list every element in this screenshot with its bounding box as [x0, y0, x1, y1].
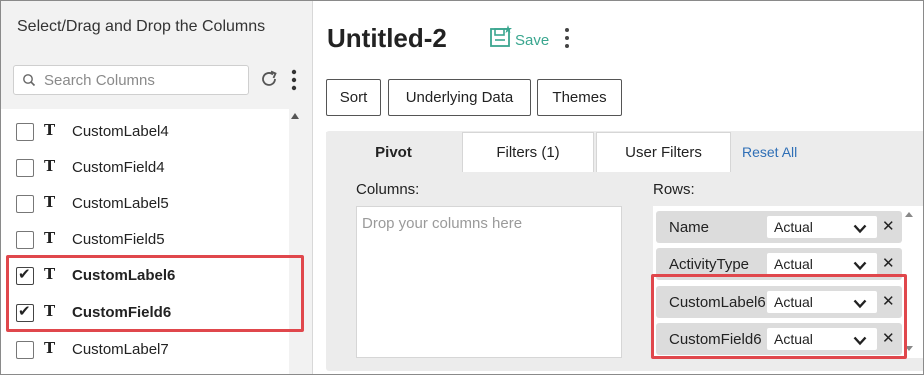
text-type-icon: T — [44, 229, 56, 247]
column-list: T CustomLabel4 T CustomField4 T CustomLa… — [1, 109, 289, 374]
checkbox[interactable] — [16, 159, 34, 177]
text-type-icon: T — [44, 339, 56, 357]
column-label: CustomField5 — [72, 231, 165, 248]
columns-dropzone-placeholder: Drop your columns here — [362, 215, 523, 232]
column-label: CustomField4 — [72, 159, 165, 176]
text-type-icon: T — [44, 193, 56, 211]
list-item[interactable]: T CustomLabel5 — [1, 184, 289, 220]
list-item[interactable]: T CustomLabel4 — [1, 112, 289, 148]
list-item[interactable]: T CustomField5 — [1, 220, 289, 256]
selected-columns-highlight — [6, 255, 304, 332]
tab-pivot[interactable]: Pivot — [326, 132, 461, 172]
refresh-icon[interactable] — [258, 68, 280, 95]
list-item[interactable]: T CustomField4 — [1, 148, 289, 184]
report-menu-icon[interactable] — [563, 27, 571, 54]
aggregation-value: Actual — [774, 256, 813, 272]
app-window: Select/Drag and Drop the Columns Search … — [0, 0, 924, 375]
selected-rows-highlight — [651, 274, 907, 359]
column-label: CustomLabel5 — [72, 195, 169, 212]
tab-user-filters[interactable]: User Filters — [596, 132, 731, 172]
row-field-pill[interactable]: Name Actual ✕ — [656, 211, 902, 243]
column-label: CustomLabel7 — [72, 341, 169, 358]
checkbox[interactable] — [16, 341, 34, 359]
remove-icon[interactable]: ✕ — [882, 217, 895, 235]
themes-button[interactable]: Themes — [537, 79, 622, 116]
columns-label: Columns: — [356, 181, 420, 198]
column-label: CustomLabel4 — [72, 123, 169, 140]
text-type-icon: T — [44, 121, 56, 139]
search-placeholder: Search Columns — [44, 72, 155, 89]
search-input[interactable]: Search Columns — [13, 65, 249, 95]
rows-label: Rows: — [653, 181, 695, 198]
chevron-down-icon — [853, 221, 867, 239]
columns-dropzone[interactable]: Drop your columns here — [356, 206, 622, 358]
checkbox[interactable] — [16, 195, 34, 213]
columns-panel-header: Select/Drag and Drop the Columns — [17, 18, 266, 35]
aggregation-value: Actual — [774, 219, 813, 235]
scroll-up-icon[interactable] — [905, 212, 913, 217]
underlying-data-button[interactable]: Underlying Data — [388, 79, 531, 116]
tab-filters[interactable]: Filters (1) — [462, 132, 594, 172]
save-label: Save — [515, 32, 550, 49]
reset-all-link[interactable]: Reset All — [742, 144, 797, 160]
text-type-icon: T — [44, 157, 56, 175]
remove-icon[interactable]: ✕ — [882, 254, 895, 272]
list-item[interactable]: T CustomLabel7 — [1, 330, 289, 366]
search-row: Search Columns — [13, 65, 309, 97]
report-title[interactable]: Untitled-2 — [327, 23, 447, 54]
checkbox[interactable] — [16, 231, 34, 249]
aggregation-select[interactable]: Actual — [767, 216, 877, 238]
search-icon — [22, 73, 36, 92]
column-list-scrollbar[interactable] — [289, 109, 301, 374]
aggregation-select[interactable]: Actual — [767, 253, 877, 275]
row-field-name: Name — [669, 219, 710, 236]
save-icon — [489, 25, 513, 53]
checkbox[interactable] — [16, 123, 34, 141]
sort-button[interactable]: Sort — [326, 79, 381, 116]
save-button[interactable]: Save — [489, 25, 549, 54]
row-field-name: ActivityType — [669, 256, 750, 273]
columns-panel: Select/Drag and Drop the Columns Search … — [1, 1, 313, 374]
more-options-icon[interactable] — [290, 68, 298, 97]
scroll-up-icon[interactable] — [291, 113, 299, 119]
